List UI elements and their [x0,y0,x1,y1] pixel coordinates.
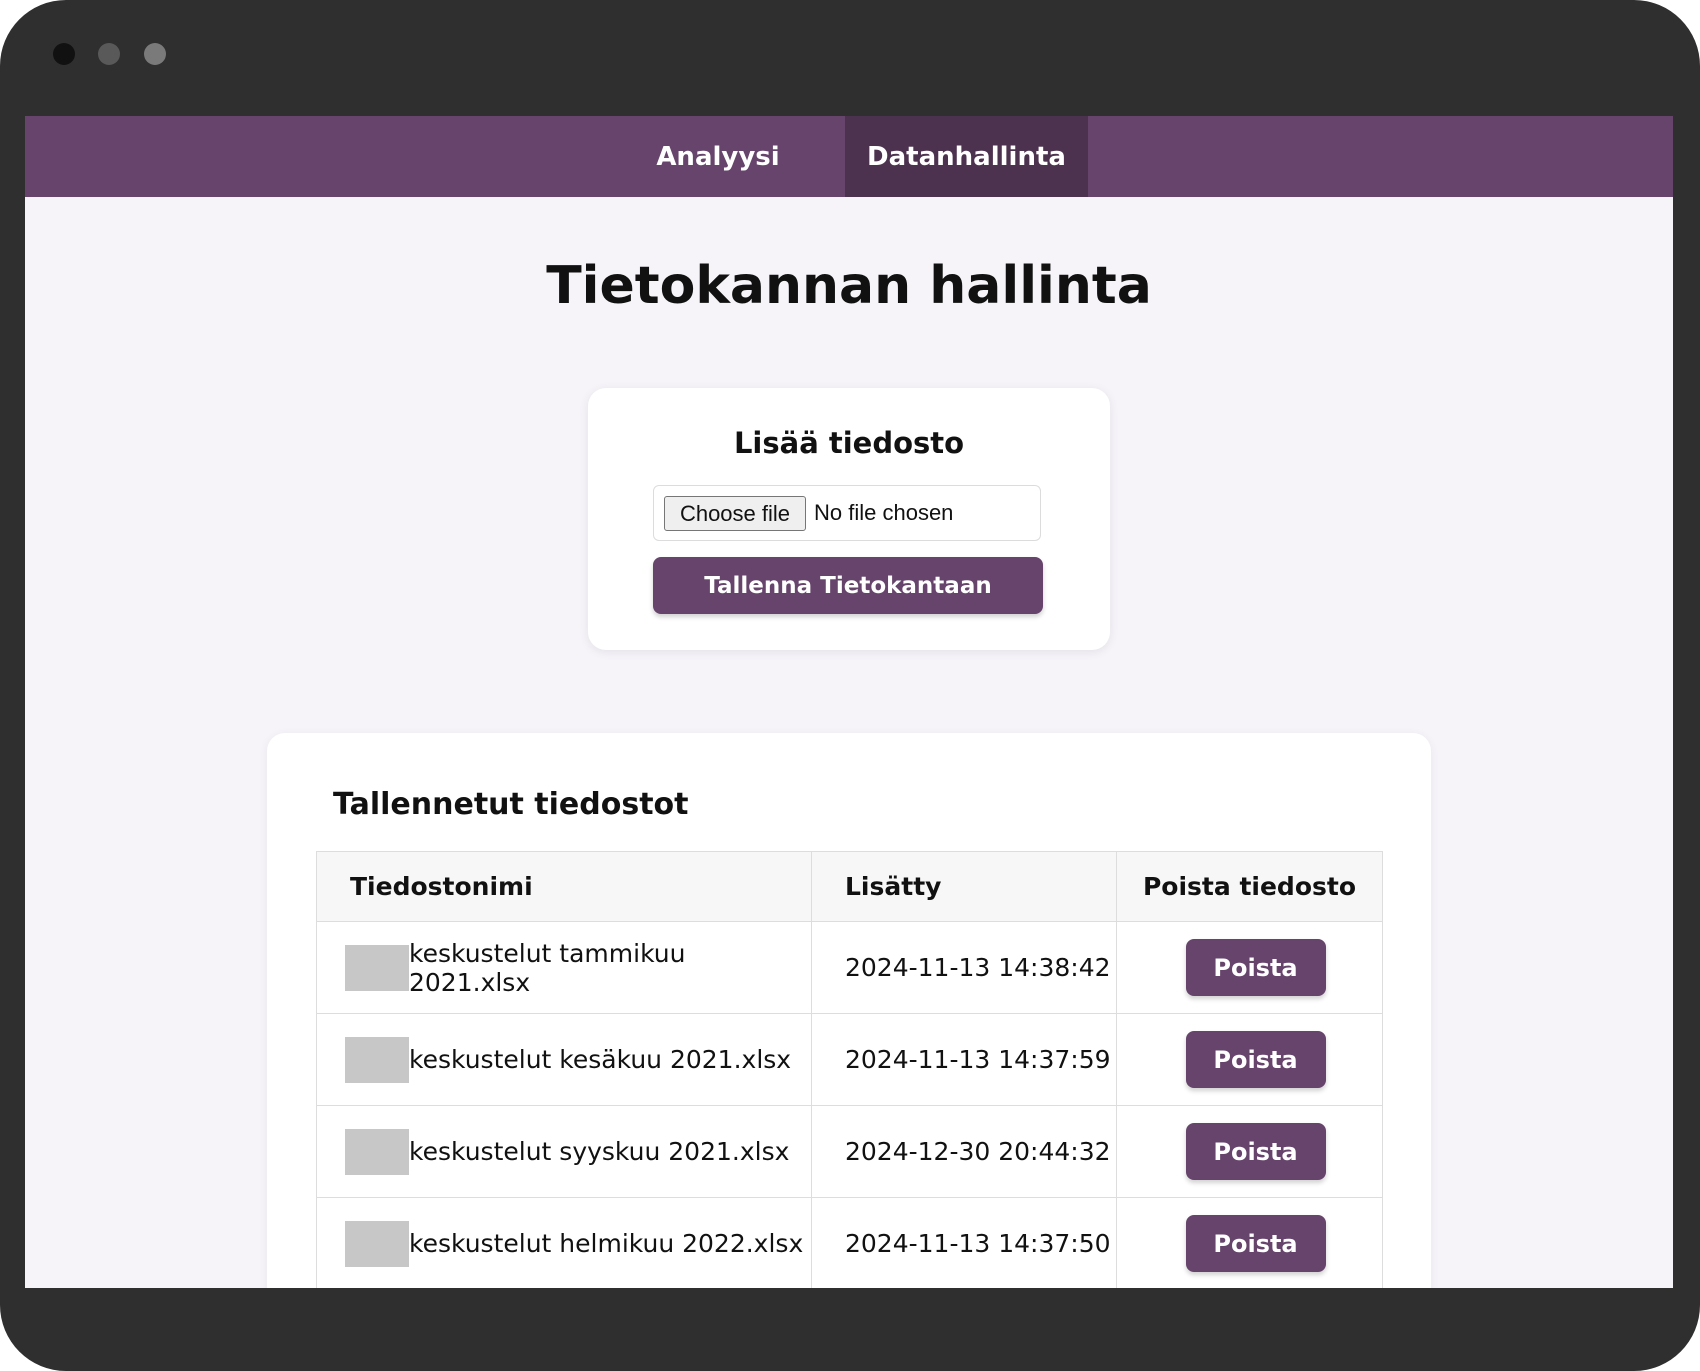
file-status-text: No file chosen [814,500,954,525]
delete-button[interactable]: Poista [1185,1031,1326,1088]
file-thumbnail-redacted [345,1220,409,1267]
filename-cell: keskustelut syyskuu 2021.xlsx [316,1105,812,1198]
file-thumbnail-redacted [345,944,409,991]
delete-cell: Poista [1116,921,1383,1014]
choose-file-button[interactable]: Choose file [664,496,806,531]
column-header-delete: Poista tiedosto [1116,851,1383,922]
saved-files-card: Tallennetut tiedostot Tiedostonimi Lisät… [267,733,1431,1288]
upload-title: Lisää tiedosto [733,426,965,460]
tab-datanhallinta[interactable]: Datanhallinta [845,116,1088,197]
table-row: keskustelut syyskuu 2021.xlsx 2024-12-30… [316,1105,1383,1198]
save-to-database-button[interactable]: Tallenna Tietokantaan [653,557,1043,614]
filename-cell: keskustelut kesäkuu 2021.xlsx [316,1013,812,1106]
saved-files-title: Tallennetut tiedostot [333,787,689,822]
added-date-cell: 2024-11-13 14:37:59 [811,1013,1117,1106]
device-frame: Analyysi Datanhallinta Tietokannan halli… [0,0,1700,1371]
added-date-cell: 2024-11-13 14:38:42 [811,921,1117,1014]
window-dot-minimize[interactable] [98,43,120,65]
table-row: keskustelut kesäkuu 2021.xlsx 2024-11-13… [316,1013,1383,1106]
page-title: Tietokannan hallinta [546,256,1152,316]
top-navbar: Analyysi Datanhallinta [25,116,1673,197]
delete-cell: Poista [1116,1013,1383,1106]
upload-card: Lisää tiedosto Choose file No file chose… [588,388,1110,650]
added-date-cell: 2024-12-30 20:44:32 [811,1105,1117,1198]
delete-button[interactable]: Poista [1185,939,1326,996]
filename-text: keskustelut syyskuu 2021.xlsx [409,1137,790,1166]
table-row: keskustelut tammikuu 2021.xlsx 2024-11-1… [316,921,1383,1014]
filename-text: keskustelut helmikuu 2022.xlsx [409,1229,804,1258]
files-table: Tiedostonimi Lisätty Poista tiedosto kes… [316,851,1383,1288]
filename-cell: keskustelut tammikuu 2021.xlsx [316,921,812,1014]
file-thumbnail-redacted [345,1036,409,1083]
delete-button[interactable]: Poista [1185,1215,1326,1272]
delete-cell: Poista [1116,1197,1383,1288]
tab-analyysi[interactable]: Analyysi [585,116,851,197]
filename-text: keskustelut tammikuu 2021.xlsx [409,938,686,997]
added-date-cell: 2024-11-13 14:37:50 [811,1197,1117,1288]
table-header-row: Tiedostonimi Lisätty Poista tiedosto [316,851,1383,922]
window-dot-close[interactable] [53,43,75,65]
filename-cell: keskustelut helmikuu 2022.xlsx [316,1197,812,1288]
table-row: keskustelut helmikuu 2022.xlsx 2024-11-1… [316,1197,1383,1288]
delete-cell: Poista [1116,1105,1383,1198]
app-screen: Analyysi Datanhallinta Tietokannan halli… [25,116,1673,1288]
column-header-added: Lisätty [811,851,1117,922]
filename-text: keskustelut kesäkuu 2021.xlsx [409,1045,792,1074]
window-dot-maximize[interactable] [144,43,166,65]
column-header-filename: Tiedostonimi [316,851,812,922]
file-input[interactable]: Choose file No file chosen [653,485,1041,541]
file-thumbnail-redacted [345,1128,409,1175]
delete-button[interactable]: Poista [1185,1123,1326,1180]
